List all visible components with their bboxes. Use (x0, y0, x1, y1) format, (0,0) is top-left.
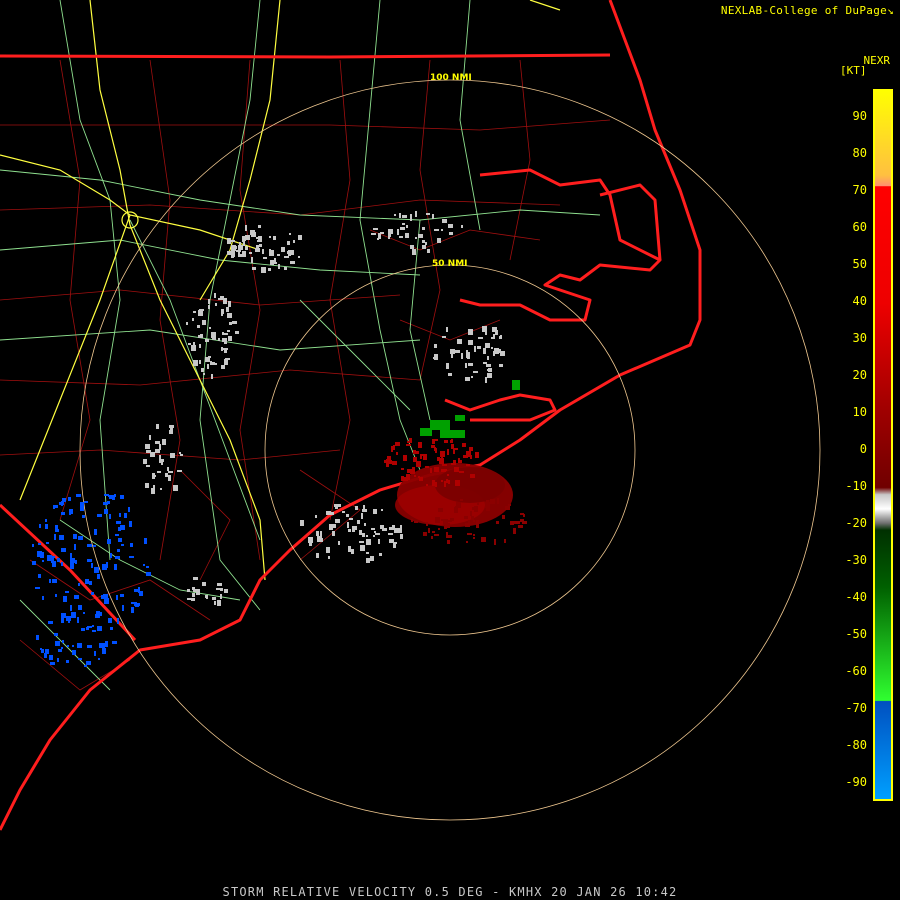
credit-label: NEXLAB-College of DuPage↘ (721, 4, 894, 17)
product-label: NEXR (863, 54, 891, 67)
product-caption: STORM RELATIVE VELOCITY 0.5 DEG - KMHX 2… (222, 885, 678, 899)
cursor-arrow-icon: ↘ (887, 4, 894, 17)
units-label: [KT] (840, 64, 867, 77)
credit-text: NEXLAB-College of DuPage (720, 4, 888, 17)
ring-label-outer: 100 NMI (430, 73, 472, 83)
radar-map (0, 0, 900, 900)
ring-label-inner: 50 NMI (432, 259, 468, 269)
